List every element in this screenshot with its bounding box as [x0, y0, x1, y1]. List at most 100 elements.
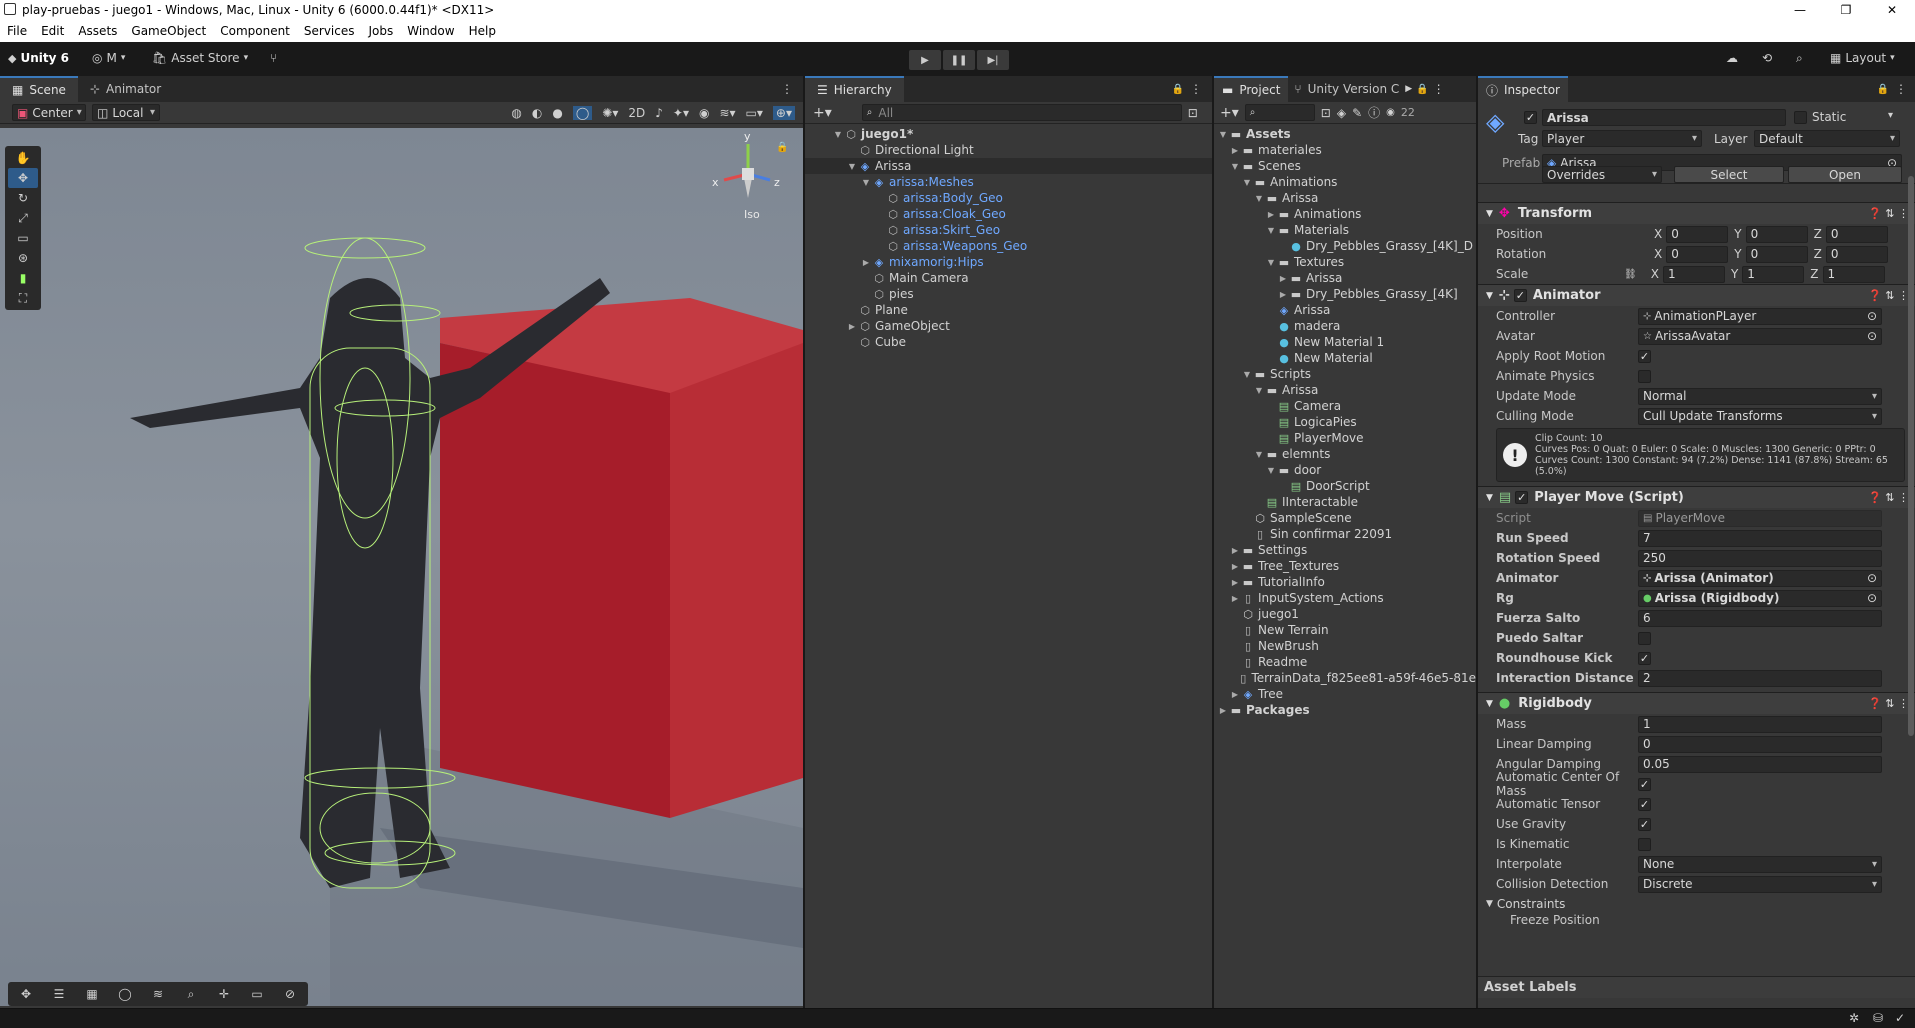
project-item[interactable]: ⬡ juego1: [1214, 606, 1476, 622]
asset-store-button[interactable]: 🛍 Asset Store ▾: [152, 51, 248, 65]
foldout-arrow-icon[interactable]: ▶: [847, 322, 857, 331]
project-item[interactable]: ▼ ▬ Animations: [1214, 174, 1476, 190]
project-item[interactable]: ▤ LogicaPies: [1214, 414, 1476, 430]
cloud-icon[interactable]: ☁: [1726, 51, 1738, 65]
shaded-icon[interactable]: ●: [552, 106, 562, 120]
hierarchy-item[interactable]: ▼ ⬡ juego1*: [805, 126, 1212, 142]
avatar-field[interactable]: ☆ ArissaAvatar ⊙: [1638, 327, 1882, 345]
grid-icon[interactable]: ▦: [77, 984, 107, 1004]
animator-enabled-checkbox[interactable]: ✓: [1513, 289, 1527, 302]
project-item[interactable]: ▼ ▬ Assets: [1214, 126, 1476, 142]
rotation-x-field[interactable]: 0: [1666, 245, 1729, 263]
project-item[interactable]: ▼ ▬ door: [1214, 462, 1476, 478]
scale-z-field[interactable]: 1: [1822, 265, 1885, 283]
history-icon[interactable]: ⟲: [1762, 51, 1772, 65]
hierarchy-item[interactable]: ▶ ⬡ GameObject: [805, 318, 1212, 334]
foldout-arrow-icon[interactable]: ▼: [1266, 226, 1276, 235]
filter-label-icon[interactable]: ◈: [1337, 106, 1346, 120]
hierarchy-item[interactable]: ⬡ Main Camera: [805, 270, 1212, 286]
project-item[interactable]: ▼ ▬ Arissa: [1214, 190, 1476, 206]
project-item[interactable]: ▤ PlayerMove: [1214, 430, 1476, 446]
cache-server-icon[interactable]: ⛁: [1873, 1011, 1883, 1025]
hierarchy-item[interactable]: ⬡ Plane: [805, 302, 1212, 318]
project-search[interactable]: ⌕: [1244, 104, 1315, 121]
use-gravity-checkbox[interactable]: ✓: [1638, 817, 1651, 831]
project-item[interactable]: ⬡ SampleScene: [1214, 510, 1476, 526]
roundhouse-kick-checkbox[interactable]: ✓: [1638, 651, 1651, 665]
more-options-icon[interactable]: ⋮: [781, 82, 793, 96]
layers-overlay-icon[interactable]: ≋: [143, 984, 173, 1004]
debug-icon[interactable]: ✲: [1849, 1011, 1859, 1025]
hierarchy-item[interactable]: ⬡ pies: [805, 286, 1212, 302]
menu-window[interactable]: Window: [400, 24, 461, 38]
space-dropdown[interactable]: ◫ Local: [92, 104, 160, 121]
menu-help[interactable]: Help: [462, 24, 503, 38]
constraints-row[interactable]: ▼ Constraints: [1478, 894, 1915, 914]
unlit-icon[interactable]: ◯: [572, 105, 593, 120]
more-options-icon[interactable]: ⋮: [1190, 82, 1202, 96]
project-item[interactable]: ▼ ▬ elemnts: [1214, 446, 1476, 462]
project-item[interactable]: ▼ ▬ Scenes: [1214, 158, 1476, 174]
project-item[interactable]: ▼ ▬ Textures: [1214, 254, 1476, 270]
hierarchy-item[interactable]: ⬡ arissa:Skirt_Geo: [805, 222, 1212, 238]
hierarchy-item[interactable]: ⬡ arissa:Body_Geo: [805, 190, 1212, 206]
pan-icon[interactable]: ✛: [209, 984, 239, 1004]
position-x-field[interactable]: 0: [1666, 225, 1729, 243]
projection-label[interactable]: Iso: [744, 208, 760, 221]
project-item[interactable]: ▼ ▬ Arissa: [1214, 382, 1476, 398]
foldout-arrow-icon[interactable]: ▼: [1218, 130, 1228, 139]
menu-assets[interactable]: Assets: [71, 24, 124, 38]
hierarchy-item[interactable]: ⬡ arissa:Weapons_Geo: [805, 238, 1212, 254]
project-item[interactable]: ▶ ▬ Tree_Textures: [1214, 558, 1476, 574]
project-item[interactable]: ▯ Readme: [1214, 654, 1476, 670]
scale-y-field[interactable]: 1: [1742, 265, 1805, 283]
scene-viewport[interactable]: y x z Iso 🔒: [0, 128, 803, 1006]
tag-icon[interactable]: ✎: [1352, 106, 1362, 120]
project-item[interactable]: ● madera: [1214, 318, 1476, 334]
move-tool-icon[interactable]: ✥: [8, 168, 38, 188]
layout-button[interactable]: ▦ Layout ▾: [1830, 51, 1895, 65]
scale-tool-icon[interactable]: ⤢: [8, 208, 38, 228]
camera-overlay-icon[interactable]: ▭: [242, 984, 272, 1004]
object-picker-icon[interactable]: ⊙: [1867, 571, 1877, 585]
project-item[interactable]: ▶ ▬ Animations: [1214, 206, 1476, 222]
project-item[interactable]: ▶ ▬ Arissa: [1214, 270, 1476, 286]
foldout-arrow-icon[interactable]: ▼: [847, 162, 857, 171]
transform-tool-icon[interactable]: ⊛: [8, 248, 38, 268]
static-dropdown-icon[interactable]: ▾: [1888, 110, 1893, 121]
project-item[interactable]: ▶ ▬ materiales: [1214, 142, 1476, 158]
add-icon[interactable]: +▾: [813, 105, 832, 121]
object-picker-icon[interactable]: ⊙: [1867, 309, 1877, 323]
project-item[interactable]: ▼ ▬ Materials: [1214, 222, 1476, 238]
puedo-saltar-checkbox[interactable]: [1638, 631, 1651, 645]
foldout-arrow-icon[interactable]: ▶: [1278, 274, 1288, 283]
hierarchy-item[interactable]: ▶ ◈ mixamorig:Hips: [805, 254, 1212, 270]
project-item[interactable]: ▶ ▬ Dry_Pebbles_Grassy_[4K]: [1214, 286, 1476, 302]
scale-x-field[interactable]: 1: [1662, 265, 1725, 283]
help-icon[interactable]: ❓ ⇅ ⋮: [1868, 289, 1909, 302]
foldout-arrow-icon[interactable]: ▶: [861, 258, 871, 267]
overrides-dropdown[interactable]: Overrides: [1542, 166, 1662, 183]
object-picker-icon[interactable]: ⊙: [1867, 591, 1877, 605]
tab-version-control[interactable]: ⑂ Unity Version C: [1288, 76, 1405, 102]
project-item[interactable]: ▶ ▬ Packages: [1214, 702, 1476, 718]
mass-field[interactable]: 1: [1638, 715, 1882, 733]
project-item[interactable]: ▯ Sin confirmar 22091: [1214, 526, 1476, 542]
rotation-y-field[interactable]: 0: [1745, 245, 1808, 263]
auto-tensor-checkbox[interactable]: ✓: [1638, 797, 1651, 811]
position-z-field[interactable]: 0: [1825, 225, 1888, 243]
foldout-arrow-icon[interactable]: ▼: [1230, 162, 1240, 171]
foldout-arrow-icon[interactable]: ▶: [1230, 546, 1240, 555]
maximize-icon[interactable]: ❐: [1823, 0, 1869, 20]
gizmos-icon[interactable]: ⊕▾: [772, 105, 795, 120]
step-button[interactable]: ▶|: [977, 50, 1009, 70]
pause-button[interactable]: ❚❚: [943, 50, 975, 70]
rotation-speed-field[interactable]: 250: [1638, 549, 1882, 567]
foldout-arrow-icon[interactable]: ▼: [1254, 450, 1264, 459]
position-y-field[interactable]: 0: [1745, 225, 1808, 243]
tag-dropdown[interactable]: Player: [1542, 130, 1702, 147]
project-item[interactable]: ▶ ▬ Settings: [1214, 542, 1476, 558]
animator-ref-field[interactable]: ⊹ Arissa (Animator) ⊙: [1638, 569, 1882, 587]
foldout-arrow-icon[interactable]: ▶: [1230, 690, 1240, 699]
interpolate-dropdown[interactable]: None: [1638, 855, 1882, 873]
